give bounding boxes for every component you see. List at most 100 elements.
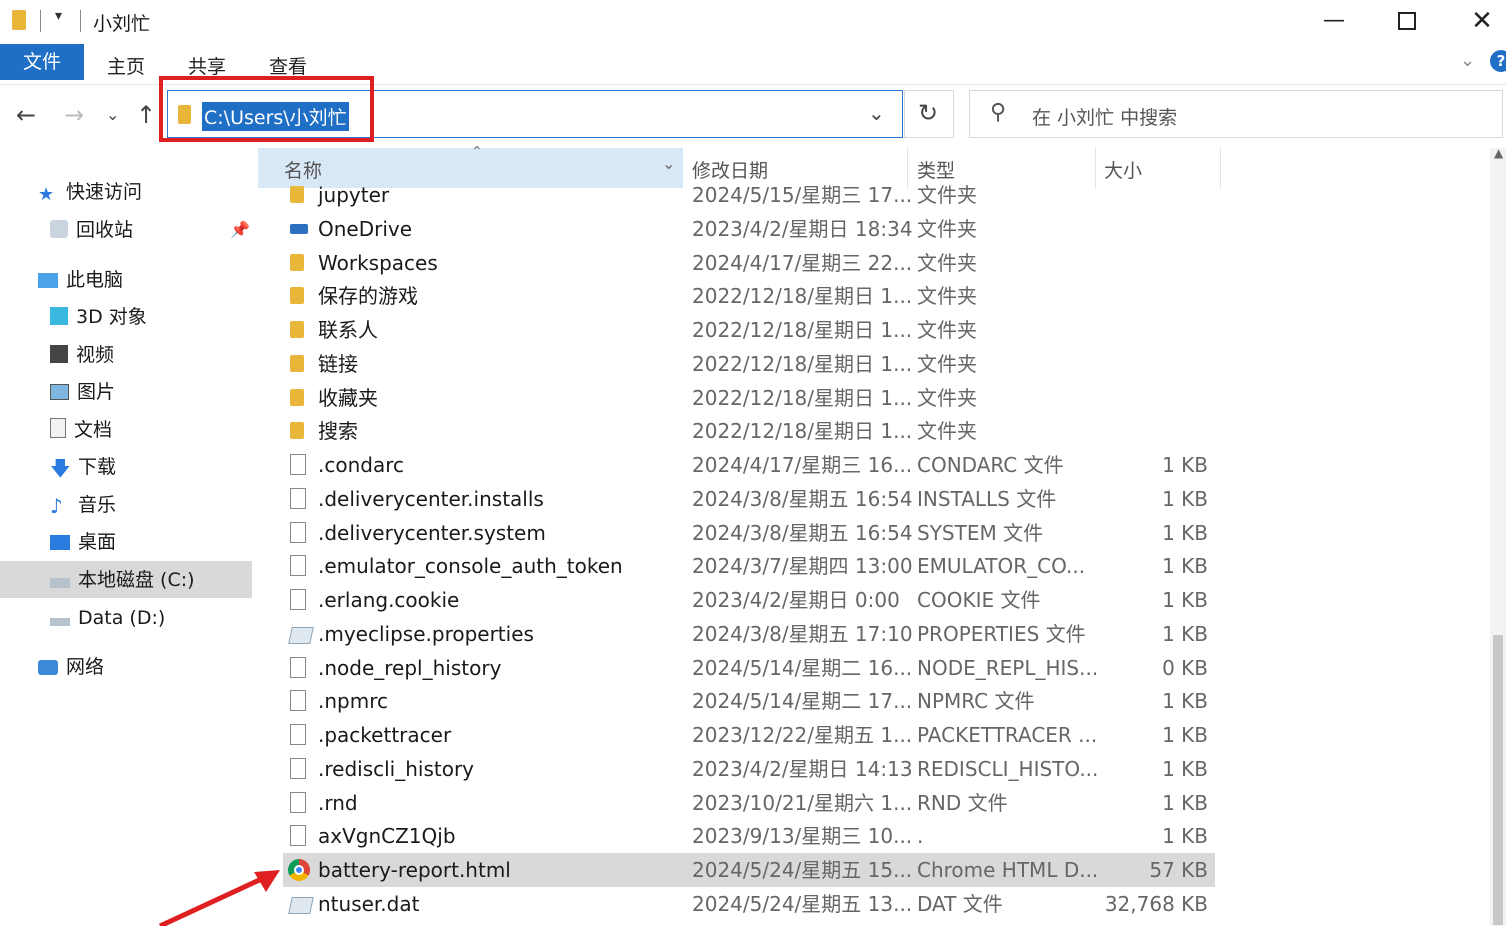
file-row[interactable]: .packettracer 2023/12/22/星期五 1... PACKETTR… xyxy=(283,718,1215,752)
pin-icon[interactable]: 📌 xyxy=(230,220,250,239)
system-file-icon xyxy=(288,896,314,914)
title-bar: ▾ 小刘忙 — ✕ xyxy=(0,0,1506,44)
file-row[interactable]: .deliverycenter.system 2024/3/8/星期五 16:54… xyxy=(283,516,1215,550)
file-date: 2024/5/14/星期二 16... xyxy=(692,655,913,680)
close-button[interactable]: ✕ xyxy=(1462,6,1502,36)
folder-icon xyxy=(290,253,304,271)
file-date: 2024/5/14/星期二 17... xyxy=(692,689,913,714)
file-type: 文件夹 xyxy=(917,183,977,207)
file-row[interactable]: jupyter 2024/5/15/星期三 17... 文件夹 xyxy=(283,178,1215,212)
scrollbar-thumb[interactable] xyxy=(1493,635,1503,925)
sidebar-item-music[interactable]: ♪ 音乐 xyxy=(50,488,116,522)
onedrive-folder-icon xyxy=(290,223,308,234)
desktop-icon xyxy=(50,535,70,550)
file-row[interactable]: .deliverycenter.installs 2024/3/8/星期五 16:… xyxy=(283,482,1215,516)
recent-locations-dropdown[interactable]: ⌄ xyxy=(106,100,119,130)
file-icon xyxy=(290,589,306,610)
file-icon xyxy=(290,825,306,847)
sidebar-item-quick-access[interactable]: ★ 快速访问 xyxy=(38,175,142,209)
file-row[interactable]: OneDrive 2023/4/2/星期日 18:34 文件夹 xyxy=(283,212,1215,246)
file-row[interactable]: .emulator_console_auth_token 2024/3/7/星期四… xyxy=(283,549,1215,583)
tab-view[interactable]: 查看 xyxy=(269,52,307,79)
file-row[interactable]: 保存的游戏 2022/12/18/星期日 1... 文件夹 xyxy=(283,279,1215,313)
sidebar-item-network[interactable]: 网络 xyxy=(38,650,104,684)
tab-file[interactable]: 文件 xyxy=(0,44,84,80)
forward-button[interactable]: → xyxy=(64,100,84,130)
file-size: 1 KB xyxy=(1162,621,1208,646)
up-button[interactable]: ↑ xyxy=(136,100,156,130)
sidebar-item-label: 文档 xyxy=(74,419,113,441)
chrome-icon xyxy=(288,859,310,881)
file-row[interactable]: 联系人 2022/12/18/星期日 1... 文件夹 xyxy=(283,313,1215,347)
file-row[interactable]: 收藏夹 2022/12/18/星期日 1... 文件夹 xyxy=(283,381,1215,415)
sidebar-item-local-disk-c[interactable]: 本地磁盘 (C:) xyxy=(50,563,195,597)
separator xyxy=(40,10,41,32)
file-row[interactable]: .npmrc 2024/5/14/星期二 17... NPMRC 文件 1 KB xyxy=(283,684,1215,718)
refresh-icon: ↻ xyxy=(918,99,939,127)
file-date: 2024/3/7/星期四 13:00 xyxy=(692,554,913,579)
file-date: 2022/12/18/星期日 1... xyxy=(692,351,913,376)
file-row[interactable]: .node_repl_history 2024/5/14/星期二 16... NOD… xyxy=(283,651,1215,685)
file-icon xyxy=(290,690,306,712)
file-date: 2024/5/24/星期五 13... xyxy=(692,891,913,916)
search-box[interactable]: ⚲ 在 小刘忙 中搜索 xyxy=(969,90,1503,138)
ribbon-expand-icon[interactable]: ⌄ xyxy=(1460,50,1475,71)
file-row[interactable]: .erlang.cookie 2023/4/2/星期日 0:00 COOKIE 文件… xyxy=(283,583,1215,617)
highlight-box xyxy=(159,76,374,142)
sidebar-item-desktop[interactable]: 桌面 xyxy=(50,525,116,559)
sidebar-item-data-d[interactable]: Data (D:) xyxy=(50,601,165,635)
file-row[interactable]: .rediscli_history 2023/4/2/星期日 14:13 REDIS… xyxy=(283,752,1215,786)
tab-home[interactable]: 主页 xyxy=(107,52,145,79)
recycle-bin-icon xyxy=(50,220,68,238)
sidebar-item-pictures[interactable]: 图片 xyxy=(50,375,115,409)
refresh-button[interactable]: ↻ xyxy=(904,90,954,138)
sidebar-item-3d-objects[interactable]: 3D 对象 xyxy=(50,300,147,334)
search-input[interactable]: 在 小刘忙 中搜索 xyxy=(1032,103,1177,130)
quick-access-toolbar-dropdown-icon[interactable]: ▾ xyxy=(55,8,62,24)
file-row[interactable]: .condarc 2024/4/17/星期三 16... CONDARC 文件 1 K… xyxy=(283,448,1215,482)
file-date: 2024/3/8/星期五 17:10 xyxy=(692,621,913,646)
search-folder-icon xyxy=(290,422,304,440)
file-name: .myeclipse.properties xyxy=(318,621,534,646)
file-name: 收藏夹 xyxy=(318,385,378,410)
maximize-button[interactable] xyxy=(1387,6,1427,36)
column-divider xyxy=(1220,148,1221,188)
file-name: .emulator_console_auth_token xyxy=(318,554,623,579)
sidebar-item-videos[interactable]: 视频 xyxy=(50,338,114,372)
column-filter-dropdown-icon[interactable]: ⌄ xyxy=(662,154,675,173)
file-date: 2024/3/8/星期五 16:54 xyxy=(692,486,913,511)
file-size: 1 KB xyxy=(1162,723,1208,747)
minimize-button[interactable]: — xyxy=(1314,6,1354,36)
file-type: COOKIE 文件 xyxy=(917,588,1041,612)
file-name: axVgnCZ1Qjb xyxy=(318,824,456,849)
sidebar-item-recycle-bin[interactable]: 回收站 xyxy=(50,213,133,247)
annotation-arrow xyxy=(158,870,280,926)
file-row[interactable]: ntuser.dat 2024/5/24/星期五 13... DAT 文件 32,76… xyxy=(283,887,1215,921)
back-button[interactable]: ← xyxy=(16,100,36,130)
file-row[interactable]: 链接 2022/12/18/星期日 1... 文件夹 xyxy=(283,347,1215,381)
file-date: 2024/5/15/星期三 17... xyxy=(692,183,913,207)
address-dropdown-icon[interactable]: ⌄ xyxy=(868,101,885,125)
sidebar-item-label: Data (D:) xyxy=(78,607,166,629)
file-row[interactable]: .rnd 2023/10/21/星期六 1... RND 文件 1 KB xyxy=(283,786,1215,820)
saved-games-folder-icon xyxy=(290,287,304,305)
file-row[interactable]: axVgnCZ1Qjb 2023/9/13/星期三 10.... 1 KB xyxy=(283,819,1215,853)
sidebar-item-documents[interactable]: 文档 xyxy=(50,413,112,447)
properties-file-icon xyxy=(288,626,314,644)
folder-icon xyxy=(290,186,304,203)
file-row[interactable]: Workspaces 2024/4/17/星期三 22... 文件夹 xyxy=(283,246,1215,280)
computer-icon xyxy=(38,273,58,288)
sidebar-item-this-pc[interactable]: 此电脑 xyxy=(38,263,123,297)
file-date: 2024/3/8/星期五 16:54 xyxy=(692,520,913,545)
scroll-up-icon[interactable]: ▲ xyxy=(1494,146,1503,160)
tab-share[interactable]: 共享 xyxy=(188,52,226,79)
file-size: 32,768 KB xyxy=(1104,891,1208,916)
file-date: 2022/12/18/星期日 1... xyxy=(692,284,913,309)
file-icon xyxy=(290,757,306,779)
help-button[interactable]: ? xyxy=(1490,50,1506,72)
file-row[interactable]: 搜索 2022/12/18/星期日 1... 文件夹 xyxy=(283,414,1215,448)
sidebar-item-downloads[interactable]: 🡇 下载 xyxy=(50,450,116,484)
file-row[interactable]: .myeclipse.properties 2024/3/8/星期五 17:10 P… xyxy=(283,617,1215,651)
favorites-folder-icon xyxy=(290,388,304,406)
file-row[interactable]: battery-report.html 2024/5/24/星期五 15... Ch… xyxy=(283,853,1215,887)
